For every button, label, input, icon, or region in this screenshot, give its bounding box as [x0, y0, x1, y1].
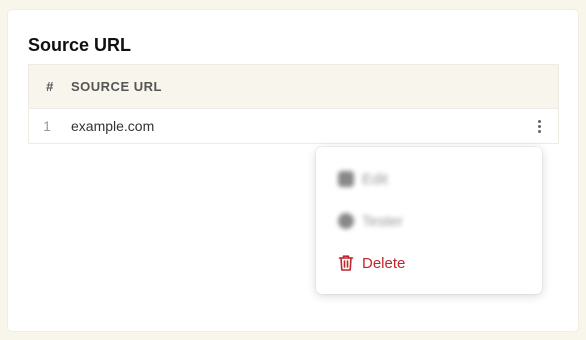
- menu-item-edit[interactable]: Edit: [338, 167, 388, 191]
- column-header-number: #: [46, 79, 54, 94]
- menu-item-label: Delete: [362, 254, 406, 272]
- card-title: Source URL: [28, 35, 132, 55]
- table-header: # SOURCE URL: [29, 65, 558, 109]
- row-number: 1: [43, 118, 51, 134]
- column-header-source-url: SOURCE URL: [71, 79, 162, 94]
- menu-item-tester[interactable]: Tester: [338, 209, 403, 233]
- source-url-table: # SOURCE URL 1 example.com: [28, 64, 559, 144]
- menu-item-delete[interactable]: Delete: [338, 251, 405, 275]
- menu-item-label: Edit: [362, 170, 388, 188]
- kebab-dot-icon: [537, 124, 541, 128]
- row-actions-dropdown: Edit Tester Delete: [316, 147, 542, 294]
- table-row: 1 example.com: [29, 109, 558, 143]
- menu-item-label: Tester: [362, 212, 403, 230]
- tester-icon: [338, 213, 354, 229]
- trash-icon: [338, 254, 354, 272]
- row-actions-menu-button[interactable]: [524, 114, 554, 138]
- row-source-url: example.com: [71, 118, 155, 134]
- kebab-dot-icon: [537, 119, 541, 123]
- edit-icon: [338, 171, 354, 187]
- kebab-dot-icon: [537, 129, 541, 133]
